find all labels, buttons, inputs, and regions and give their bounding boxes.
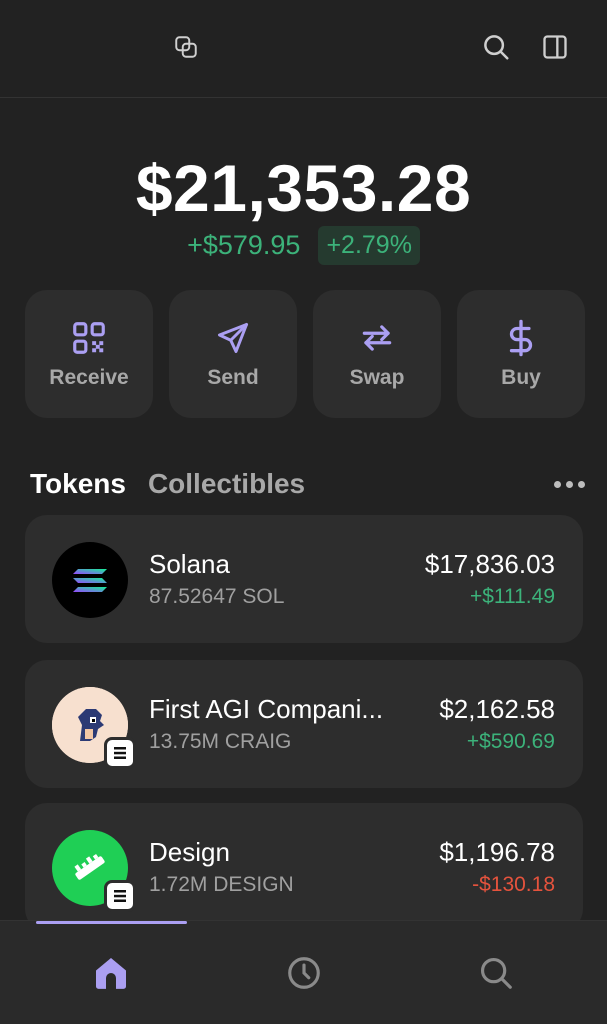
copy-icon	[175, 36, 197, 58]
qr-code-icon	[69, 318, 109, 358]
swap-button[interactable]: Swap	[313, 290, 441, 418]
history-icon	[288, 957, 320, 989]
swap-label: Swap	[349, 366, 405, 389]
search-button[interactable]	[476, 27, 516, 67]
token-value: $17,836.03	[424, 549, 555, 579]
sidebar-panel-icon	[543, 35, 567, 59]
top-bar	[0, 0, 607, 98]
token-name: First AGI Compani...	[149, 694, 384, 724]
tab-collectibles[interactable]: Collectibles	[148, 468, 305, 500]
receive-label: Receive	[49, 366, 129, 389]
token-amount: 1.72M DESIGN	[149, 873, 294, 896]
craig-logo	[52, 687, 136, 769]
token-change: +$111.49	[469, 585, 555, 608]
more-dot	[566, 480, 573, 488]
send-button[interactable]: Send	[169, 290, 297, 418]
solana-logo	[52, 542, 128, 618]
balance-change-amount: +$579.95	[187, 230, 301, 260]
token-row-solana[interactable]: Solana 87.52647 SOL $17,836.03 +$111.49	[25, 515, 583, 643]
bottom-navigation	[0, 920, 607, 1024]
more-dot	[578, 480, 585, 488]
token-row-design[interactable]: Design 1.72M DESIGN $1,196.78 -$130.18	[25, 803, 583, 931]
wallet-app: $21,353.28 +$579.95 +2.79% Receive Send …	[0, 0, 607, 1024]
dollar-icon	[501, 318, 541, 358]
nav-history[interactable]	[280, 949, 328, 997]
nav-home[interactable]	[87, 949, 135, 997]
tab-tokens[interactable]: Tokens	[30, 468, 126, 500]
send-label: Send	[207, 366, 259, 389]
token-name: Solana	[149, 549, 230, 579]
quick-actions: Receive Send Swap Buy	[25, 290, 585, 418]
buy-button[interactable]: Buy	[457, 290, 585, 418]
total-balance: $21,353.28	[135, 151, 472, 225]
balance-change-percent-badge: +2.79%	[318, 226, 420, 265]
token-value: $1,196.78	[439, 837, 555, 867]
token-amount: 87.52647 SOL	[149, 585, 285, 608]
swap-icon	[357, 318, 397, 358]
design-logo	[52, 830, 136, 912]
receive-button[interactable]: Receive	[25, 290, 153, 418]
token-change: -$130.18	[472, 873, 555, 896]
more-options-button[interactable]	[554, 466, 585, 502]
buy-label: Buy	[501, 366, 541, 389]
search-icon	[484, 35, 509, 60]
token-name: Design	[149, 837, 230, 867]
copy-button[interactable]	[166, 27, 206, 67]
home-icon	[96, 958, 126, 989]
more-dot	[554, 480, 561, 488]
token-row-craig[interactable]: First AGI Compani... 13.75M CRAIG $2,162…	[25, 660, 583, 788]
solana-chain-badge	[104, 880, 136, 912]
solana-chain-badge	[104, 737, 136, 769]
token-amount: 13.75M CRAIG	[149, 730, 292, 753]
sidebar-toggle-button[interactable]	[535, 27, 575, 67]
token-value: $2,162.58	[439, 694, 555, 724]
nav-search[interactable]	[472, 949, 520, 997]
balance-change-row: +$579.95 +2.79%	[0, 226, 607, 265]
send-icon	[213, 318, 253, 358]
search-icon	[480, 957, 512, 989]
token-change: +$590.69	[466, 730, 555, 753]
asset-tabs: Tokens Collectibles	[30, 466, 585, 502]
active-tab-indicator	[36, 921, 187, 924]
